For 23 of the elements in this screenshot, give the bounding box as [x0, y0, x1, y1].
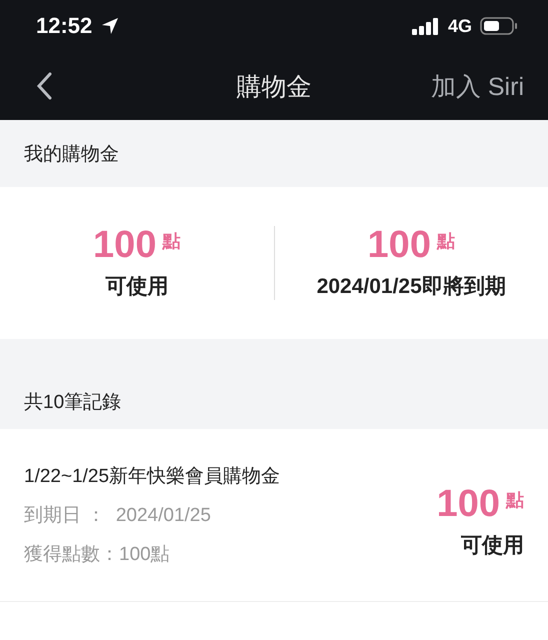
- back-icon: [36, 72, 52, 100]
- points-value: 100: [436, 485, 500, 523]
- points-value: 100: [368, 226, 431, 264]
- page-title: 購物金: [236, 72, 312, 102]
- earned-points: 獲得點數：100點: [24, 543, 171, 567]
- signal-icon: [412, 17, 440, 35]
- battery-icon: [480, 17, 518, 35]
- status-time: 12:52: [36, 13, 92, 39]
- record-status: 可使用: [461, 533, 524, 559]
- add-to-siri-button[interactable]: 加入 Siri: [430, 70, 524, 102]
- points-value: 100: [93, 226, 156, 264]
- record-count: 共10筆記錄: [24, 391, 122, 415]
- section-heading: 我的購物金: [24, 142, 119, 166]
- points-unit: 點: [162, 230, 180, 253]
- expiry-date: 到期日 ： 2024/01/25: [24, 504, 212, 528]
- points-label: 2024/01/25即將到期: [316, 274, 506, 300]
- points-label: 可使用: [105, 274, 168, 300]
- location-icon: [100, 16, 120, 36]
- back-button[interactable]: [36, 72, 52, 100]
- points-unit: 點: [506, 489, 524, 512]
- points-unit: 點: [436, 230, 455, 253]
- record-title: 1/22~1/25新年快樂會員購物金: [24, 465, 280, 489]
- network-label: 4G: [448, 16, 472, 36]
